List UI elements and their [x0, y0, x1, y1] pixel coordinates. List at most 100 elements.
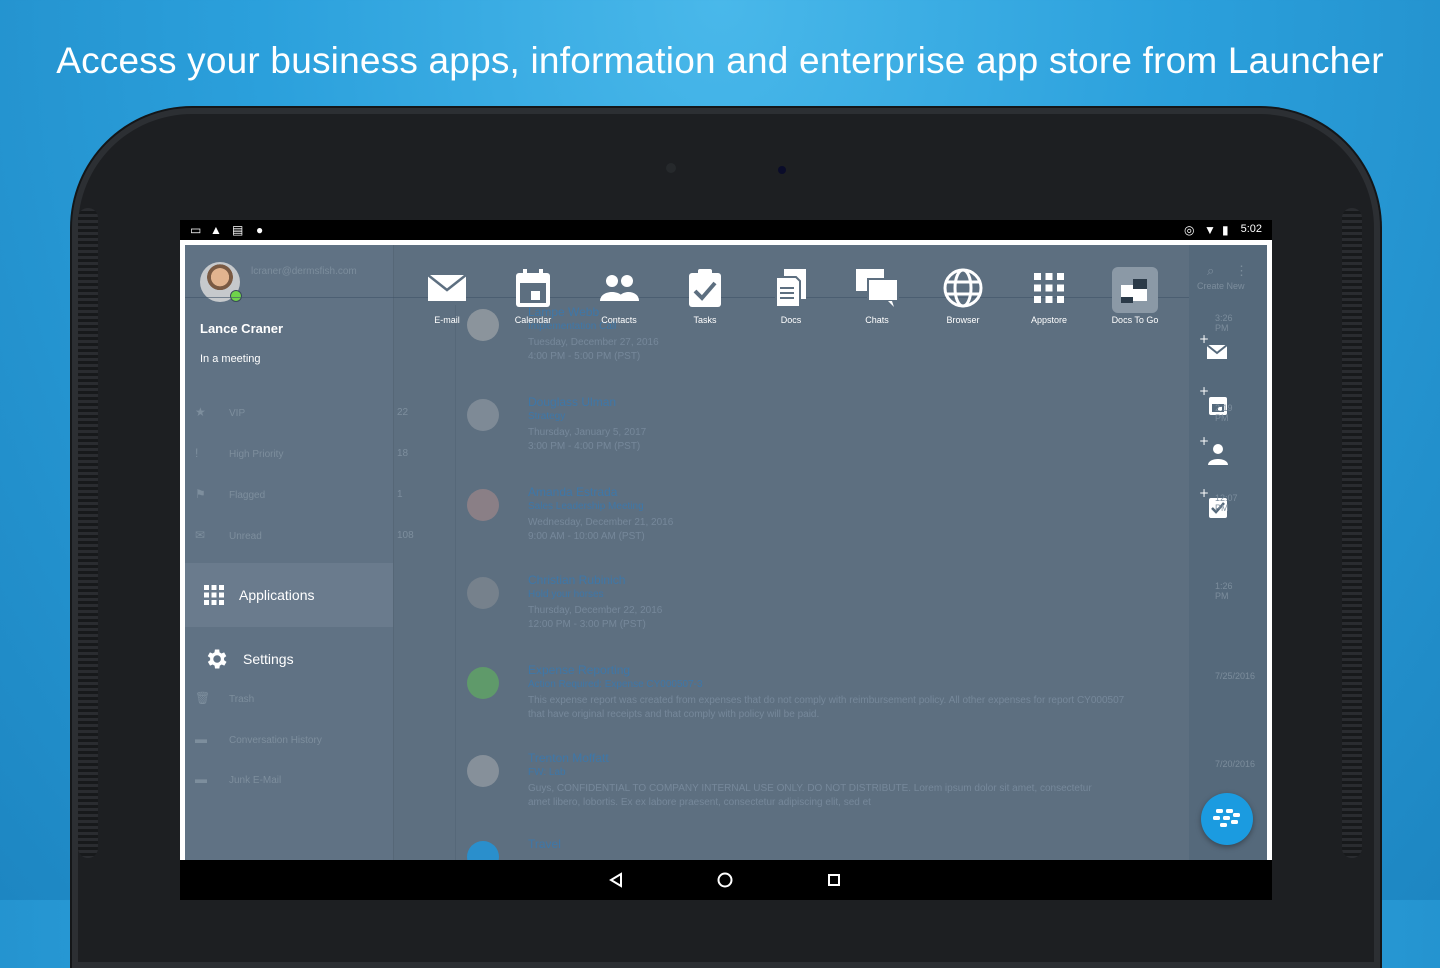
new-email-icon: +	[1199, 332, 1228, 359]
folder-item[interactable]: 🗑 Trash	[195, 691, 254, 711]
launcher-chats[interactable]: Chats	[837, 267, 917, 325]
create-new-label: Create New	[1197, 281, 1245, 291]
message-time: 12:07 PM	[1215, 493, 1238, 513]
tasks-icon	[689, 269, 721, 307]
folder-item[interactable]: ▬ Conversation History	[195, 732, 322, 752]
folder-label: VIP	[229, 408, 246, 419]
folder-icon: ✉	[195, 528, 206, 542]
browser-icon	[943, 268, 983, 308]
message-preview-line-2: 4:00 PM - 5:00 PM (PST)	[528, 351, 641, 362]
account-email: lcraner@dermsfish.com	[251, 266, 357, 277]
speaker-grille-left	[78, 208, 98, 858]
applications-label: Applications	[239, 587, 315, 603]
launcher-appstore[interactable]: Appstore	[1009, 267, 1089, 325]
folder-icon: 🗑	[195, 691, 211, 705]
launcher-label: Chats	[865, 315, 889, 325]
message-preview-line-1: Thursday, January 5, 2017	[528, 427, 647, 438]
message-subject: Sales Leadership Meeting	[528, 501, 644, 512]
sender-name: Expense Reporting	[528, 663, 631, 677]
folder-label: Conversation History	[229, 735, 322, 746]
headline: Access your business apps, information a…	[56, 40, 1384, 81]
svg-text:+: +	[1199, 435, 1209, 448]
home-icon[interactable]	[715, 870, 735, 890]
blackberry-logo-icon	[1213, 809, 1240, 827]
email-icon	[427, 274, 467, 301]
message-preview-line-1: This expense report was created from exp…	[528, 695, 1125, 706]
tablet-screen: ▭ ▲ ▤ ● ◎ ▼ ▮ 5:02 Lampe Webb Implementat…	[180, 220, 1272, 900]
folder-item[interactable]: ! High Priority	[195, 446, 283, 466]
account-status[interactable]: In a meeting	[200, 353, 261, 365]
blackberry-launcher-button[interactable]	[1201, 793, 1253, 845]
android-nav-bar	[180, 860, 1272, 900]
sender-avatar	[467, 755, 499, 787]
sender-avatar	[467, 667, 499, 699]
avatar[interactable]	[200, 262, 242, 302]
folder-icon: ★	[195, 405, 206, 419]
launcher-browser[interactable]: Browser	[923, 267, 1003, 325]
launcher-email[interactable]: E-mail	[407, 267, 487, 325]
message-subject: Action Required: Expense CY000507-3	[528, 679, 703, 690]
chats-icon	[856, 269, 899, 307]
calendar-icon	[516, 269, 550, 307]
message-preview-line-1: Wednesday, December 21, 2016	[528, 517, 674, 528]
sync-icon: ◎	[1184, 223, 1195, 237]
launcher-docs-to-go[interactable]: Docs To Go	[1095, 267, 1175, 325]
appstore-icon	[1034, 273, 1064, 303]
launcher-label: Tasks	[693, 315, 717, 325]
contacts-icon	[600, 275, 639, 301]
folder-item[interactable]: ★ VIP	[195, 405, 245, 425]
folder-icon: ▬	[195, 772, 207, 786]
message-time: 7/20/2016	[1215, 759, 1256, 769]
account-name: Lance Craner	[200, 321, 284, 336]
app-area: Lampe Webb Implementation Call Tuesday, De…	[185, 245, 1267, 875]
search-icon[interactable]: ⌕	[1207, 263, 1214, 279]
sender-avatar	[467, 399, 499, 431]
new-contact-button[interactable]: +	[1197, 434, 1233, 471]
overflow-menu-icon[interactable]: ⋮	[1235, 263, 1248, 279]
folder-item[interactable]: ▬ Junk E-Mail	[195, 772, 281, 792]
folder-label: High Priority	[229, 449, 284, 460]
folder-count: 22	[397, 407, 409, 418]
back-icon[interactable]	[606, 870, 626, 890]
new-email-button[interactable]: +	[1197, 332, 1233, 369]
message-time: 7/25/2016	[1215, 671, 1256, 681]
app-frame: Lampe Webb Implementation Call Tuesday, De…	[180, 240, 1272, 880]
location-notification-icon: ●	[256, 223, 264, 237]
folder-count: 18	[397, 448, 409, 459]
status-time: 5:02	[1240, 223, 1262, 235]
presence-indicator	[230, 290, 242, 302]
recents-icon[interactable]	[824, 870, 844, 890]
svg-text:+: +	[1199, 487, 1209, 500]
message-preview-line-1: Tuesday, December 27, 2016	[528, 337, 659, 348]
message-preview-line-2: that have original receipts and that com…	[528, 709, 820, 720]
message-preview-line-1: Thursday, December 22, 2016	[528, 605, 663, 616]
sender-avatar	[467, 577, 499, 609]
docs-icon	[775, 269, 806, 308]
launcher-contacts[interactable]: Contacts	[579, 267, 659, 325]
applications-item[interactable]: Applications	[203, 581, 315, 609]
folder-icon: ▬	[195, 732, 207, 746]
folder-item[interactable]: ⚑ Flagged	[195, 487, 265, 507]
settings-label: Settings	[243, 651, 294, 667]
folder-count: 1	[397, 489, 403, 500]
folder-icon: ⚑	[195, 487, 206, 501]
launcher-docs[interactable]: Docs	[751, 267, 831, 325]
settings-item[interactable]: Settings	[203, 645, 294, 673]
sender-name: Trenton Moffatt	[528, 751, 609, 765]
sender-name: Travel	[528, 837, 561, 851]
launcher-calendar[interactable]: Calendar	[493, 267, 573, 325]
folder-label: Junk E-Mail	[229, 775, 282, 786]
message-time: 1:26 PM	[1215, 581, 1233, 601]
folder-item[interactable]: ✉ Unread	[195, 528, 262, 548]
svg-text:+: +	[1199, 333, 1209, 346]
launcher-tasks[interactable]: Tasks	[665, 267, 745, 325]
sender-avatar	[467, 489, 499, 521]
sender-name: Amanda Estrada	[528, 485, 618, 499]
warning-notification-icon: ▲	[210, 223, 222, 237]
message-subject: Strategy	[528, 411, 566, 422]
apps-grid-icon	[204, 585, 224, 605]
launcher-label: Contacts	[601, 315, 637, 325]
message-preview-line-1: Guys, CONFIDENTIAL TO COMPANY INTERNAL U…	[528, 783, 1092, 794]
message-preview-line-2: 3:00 PM - 4:00 PM (PST)	[528, 441, 641, 452]
message-time: 2:19 PM	[1215, 403, 1233, 423]
